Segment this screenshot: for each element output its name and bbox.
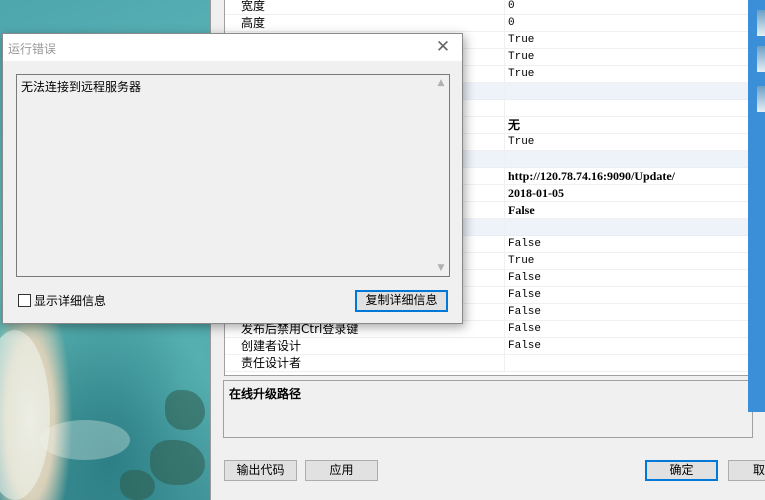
close-icon[interactable]: ✕ xyxy=(432,37,454,57)
property-row[interactable]: 责任设计者 xyxy=(225,355,748,372)
property-name: 高度 xyxy=(225,15,505,31)
ok-button[interactable]: 确定 xyxy=(645,460,718,481)
property-value[interactable] xyxy=(505,219,748,235)
property-value[interactable] xyxy=(505,100,748,116)
error-message-box[interactable]: 无法连接到远程服务器 ▲ ▼ xyxy=(16,74,450,277)
property-value[interactable]: 无 xyxy=(505,117,748,133)
thumbnail-image[interactable] xyxy=(757,86,765,112)
property-row[interactable]: 创建者设计 False xyxy=(225,338,748,355)
apply-button[interactable]: 应用 xyxy=(305,460,378,481)
show-details-checkbox[interactable] xyxy=(18,294,31,307)
wave-foam xyxy=(0,330,50,500)
copy-details-button[interactable]: 复制详细信息 xyxy=(355,290,448,312)
property-value[interactable]: False xyxy=(505,321,748,337)
palm-shadow xyxy=(165,390,205,430)
error-message: 无法连接到远程服务器 xyxy=(21,80,142,94)
show-details-option[interactable]: 显示详细信息 xyxy=(18,292,106,309)
cancel-button[interactable]: 取 xyxy=(728,460,765,481)
property-value[interactable]: False xyxy=(505,202,748,218)
property-value[interactable]: False xyxy=(505,304,748,320)
property-value[interactable]: True xyxy=(505,253,748,269)
property-value[interactable]: 2018-01-05 xyxy=(505,185,748,201)
vertical-scrollbar[interactable]: ▲ ▼ xyxy=(432,75,449,276)
property-value[interactable]: True xyxy=(505,134,748,150)
property-row[interactable]: 宽度 0 xyxy=(225,0,748,15)
property-value[interactable]: 0 xyxy=(505,0,748,14)
error-dialog: 运行错误 ✕ 无法连接到远程服务器 ▲ ▼ 显示详细信息 复制详细信息 xyxy=(2,33,463,324)
property-value[interactable] xyxy=(505,355,748,371)
thumbnail-image[interactable] xyxy=(757,46,765,72)
scroll-up-icon[interactable]: ▲ xyxy=(433,75,449,91)
property-value[interactable]: False xyxy=(505,287,748,303)
property-value[interactable]: http://120.78.74.16:9090/Update/ xyxy=(505,168,748,184)
property-row[interactable]: 高度 0 xyxy=(225,15,748,32)
property-name: 创建者设计 xyxy=(225,338,505,354)
property-value[interactable]: True xyxy=(505,49,748,65)
thumbnail-image[interactable] xyxy=(757,10,765,36)
property-value[interactable]: False xyxy=(505,270,748,286)
description-panel: 在线升级路径 xyxy=(223,380,753,438)
palm-shadow xyxy=(150,440,205,485)
property-value[interactable]: True xyxy=(505,66,748,82)
property-value[interactable]: True xyxy=(505,32,748,48)
property-value[interactable]: 0 xyxy=(505,15,748,31)
dialog-title: 运行错误 xyxy=(8,42,57,56)
dialog-titlebar[interactable]: 运行错误 ✕ xyxy=(3,34,462,61)
property-value[interactable]: False xyxy=(505,236,748,252)
property-value[interactable] xyxy=(505,151,748,167)
wave-foam xyxy=(40,420,130,460)
property-name: 责任设计者 xyxy=(225,355,505,371)
palm-shadow xyxy=(120,470,155,500)
property-value[interactable] xyxy=(505,83,748,99)
property-value[interactable]: False xyxy=(505,338,748,354)
property-name: 宽度 xyxy=(225,0,505,14)
scroll-down-icon[interactable]: ▼ xyxy=(433,260,449,276)
show-details-label: 显示详细信息 xyxy=(34,294,107,308)
export-code-button[interactable]: 输出代码 xyxy=(224,460,297,481)
description-title: 在线升级路径 xyxy=(229,387,302,401)
